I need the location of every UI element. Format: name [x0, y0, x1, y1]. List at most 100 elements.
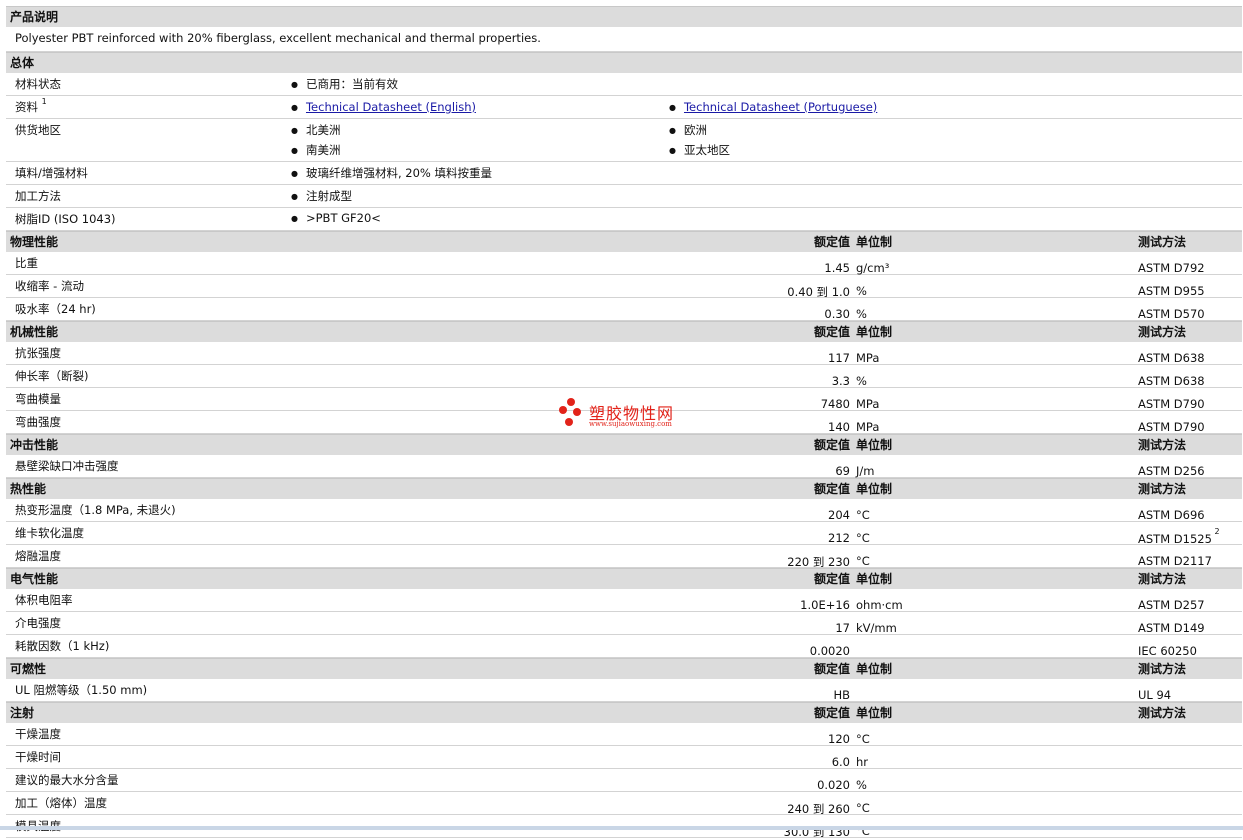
- test-method: ASTM D256: [1138, 464, 1205, 478]
- datasheet-english-link[interactable]: Technical Datasheet (English): [306, 100, 476, 114]
- datasheet-portuguese-link[interactable]: Technical Datasheet (Portuguese): [684, 100, 877, 114]
- test-method-text: ASTM D638: [1138, 351, 1205, 365]
- bottom-scroll-edge: [0, 826, 1243, 830]
- property-row: 熔融温度 220 到 230 °C ASTM D2117: [6, 545, 1242, 569]
- footnote-marker: 2: [1214, 527, 1220, 536]
- property-value: 3.3: [831, 374, 850, 388]
- row-label: 加工方法: [15, 189, 61, 203]
- resin-id-value: >PBT GF20<: [291, 211, 381, 225]
- column-header-value: 额定值: [813, 572, 850, 586]
- row-region: 供货地区 北美洲 欧洲 南美洲 亚太地区: [6, 119, 1242, 162]
- property-label: 热变形温度（1.8 MPa, 未退火): [15, 503, 176, 517]
- section-title: 可燃性: [10, 662, 47, 676]
- property-label: 维卡软化温度: [15, 526, 84, 540]
- property-unit: %: [856, 307, 867, 321]
- row-label: 资料 1: [15, 97, 47, 115]
- property-value: 17: [835, 621, 850, 635]
- property-unit: %: [856, 284, 867, 298]
- test-method: ASTM D638: [1138, 351, 1205, 365]
- test-method-text: ASTM D696: [1138, 508, 1205, 522]
- property-row: 悬壁梁缺口冲击强度 69 J/m ASTM D256: [6, 455, 1242, 478]
- test-method-text: ASTM D257: [1138, 598, 1205, 612]
- property-label: 抗张强度: [15, 346, 61, 360]
- property-label: 熔融温度: [15, 549, 61, 563]
- property-label: 悬壁梁缺口冲击强度: [15, 459, 119, 473]
- region-item: 南美洲: [291, 142, 341, 158]
- property-row: 吸水率（24 hr) 0.30% ASTM D570: [6, 298, 1242, 321]
- column-header-unit: 单位制: [856, 662, 893, 676]
- property-unit: °C: [856, 801, 870, 815]
- filler-value: 玻璃纤维增强材料, 20% 填料按重量: [291, 165, 492, 181]
- test-method-text: ASTM D638: [1138, 374, 1205, 388]
- property-unit: MPa: [856, 351, 880, 365]
- test-method: ASTM D955: [1138, 284, 1205, 298]
- section-title: 热性能: [10, 482, 47, 496]
- property-row: 伸长率（断裂) 3.3% ASTM D638: [6, 365, 1242, 388]
- section-title: 物理性能: [10, 235, 59, 249]
- property-value: 212: [828, 531, 850, 545]
- logo-dot: [565, 418, 573, 426]
- property-value: 6.0: [831, 755, 850, 769]
- region-item: 欧洲: [669, 122, 707, 138]
- property-value: 0.30: [824, 307, 850, 321]
- row-documents: 资料 1 Technical Datasheet (English) Techn…: [6, 96, 1242, 119]
- property-value: 69: [835, 464, 850, 478]
- column-header-unit: 单位制: [856, 706, 893, 720]
- property-row: 收缩率 - 流动 0.40 到 1.0% ASTM D955: [6, 275, 1242, 299]
- section-header: 物理性能 额定值 单位制 测试方法: [6, 231, 1242, 252]
- processing-value: 注射成型: [291, 188, 352, 204]
- property-label: 收缩率 - 流动: [15, 279, 84, 293]
- property-label: 干燥温度: [15, 727, 61, 741]
- property-unit: MPa: [856, 397, 880, 411]
- column-header-unit: 单位制: [856, 482, 893, 496]
- property-row: 抗张强度 117 MPa ASTM D638: [6, 342, 1242, 365]
- property-row: 介电强度 17 kV/mm ASTM D149: [6, 612, 1242, 635]
- row-filler: 填料/增强材料 玻璃纤维增强材料, 20% 填料按重量: [6, 162, 1242, 185]
- property-row: 耗散因数（1 kHz) 0.0020 IEC 60250: [6, 635, 1242, 658]
- property-value: 1.45: [824, 261, 850, 275]
- column-header-test-method: 测试方法: [1138, 438, 1187, 452]
- column-header-value: 额定值: [813, 706, 850, 720]
- property-unit: %: [856, 374, 867, 388]
- property-row: 维卡软化温度 212 °C ASTM D1525 2: [6, 522, 1242, 546]
- property-value: 204: [828, 508, 850, 522]
- property-row: 建议的最大水分含量 0.020%: [6, 769, 1242, 792]
- test-method: ASTM D570: [1138, 307, 1205, 321]
- column-header-test-method: 测试方法: [1138, 235, 1187, 249]
- property-label: 加工（熔体）温度: [15, 796, 107, 810]
- row-label: 材料状态: [15, 77, 61, 91]
- region-item: 北美洲: [291, 122, 341, 138]
- property-row: 比重 1.45 g/cm³ ASTM D792: [6, 252, 1242, 275]
- property-value: 140: [828, 420, 850, 434]
- property-unit: J/m: [856, 464, 875, 478]
- test-method-text: ASTM D790: [1138, 420, 1205, 434]
- property-label: 吸水率（24 hr): [15, 302, 96, 316]
- test-method-text: ASTM D256: [1138, 464, 1205, 478]
- test-method: ASTM D696: [1138, 508, 1205, 522]
- test-method: ASTM D638: [1138, 374, 1205, 388]
- section-header-description: 产品说明: [6, 6, 1242, 27]
- property-label: 介电强度: [15, 616, 61, 630]
- region-item: 亚太地区: [669, 142, 730, 158]
- test-method: ASTM D790: [1138, 420, 1205, 434]
- test-method: ASTM D257: [1138, 598, 1205, 612]
- section-header: 机械性能 额定值 单位制 测试方法: [6, 321, 1242, 342]
- section-title: 注射: [10, 706, 35, 720]
- column-header-value: 额定值: [813, 438, 850, 452]
- row-label: 树脂ID (ISO 1043): [15, 212, 116, 226]
- section-title: 冲击性能: [10, 438, 59, 452]
- watermark-logo: 塑胶物性网 www.sujiaowuxing.com: [557, 398, 697, 432]
- property-label: UL 阻燃等级（1.50 mm): [15, 683, 148, 697]
- column-header-test-method: 测试方法: [1138, 662, 1187, 676]
- property-label: 比重: [15, 256, 38, 270]
- test-method-text: ASTM D955: [1138, 284, 1205, 298]
- property-value: 0.020: [817, 778, 850, 792]
- property-value: 120: [828, 732, 850, 746]
- property-unit: °C: [856, 732, 870, 746]
- footnote-marker: 1: [41, 97, 47, 106]
- property-label: 伸长率（断裂): [15, 369, 89, 383]
- row-label: 填料/增强材料: [15, 166, 88, 180]
- section-title: 机械性能: [10, 325, 59, 339]
- property-unit: hr: [856, 755, 869, 769]
- test-method-text: ASTM D790: [1138, 397, 1205, 411]
